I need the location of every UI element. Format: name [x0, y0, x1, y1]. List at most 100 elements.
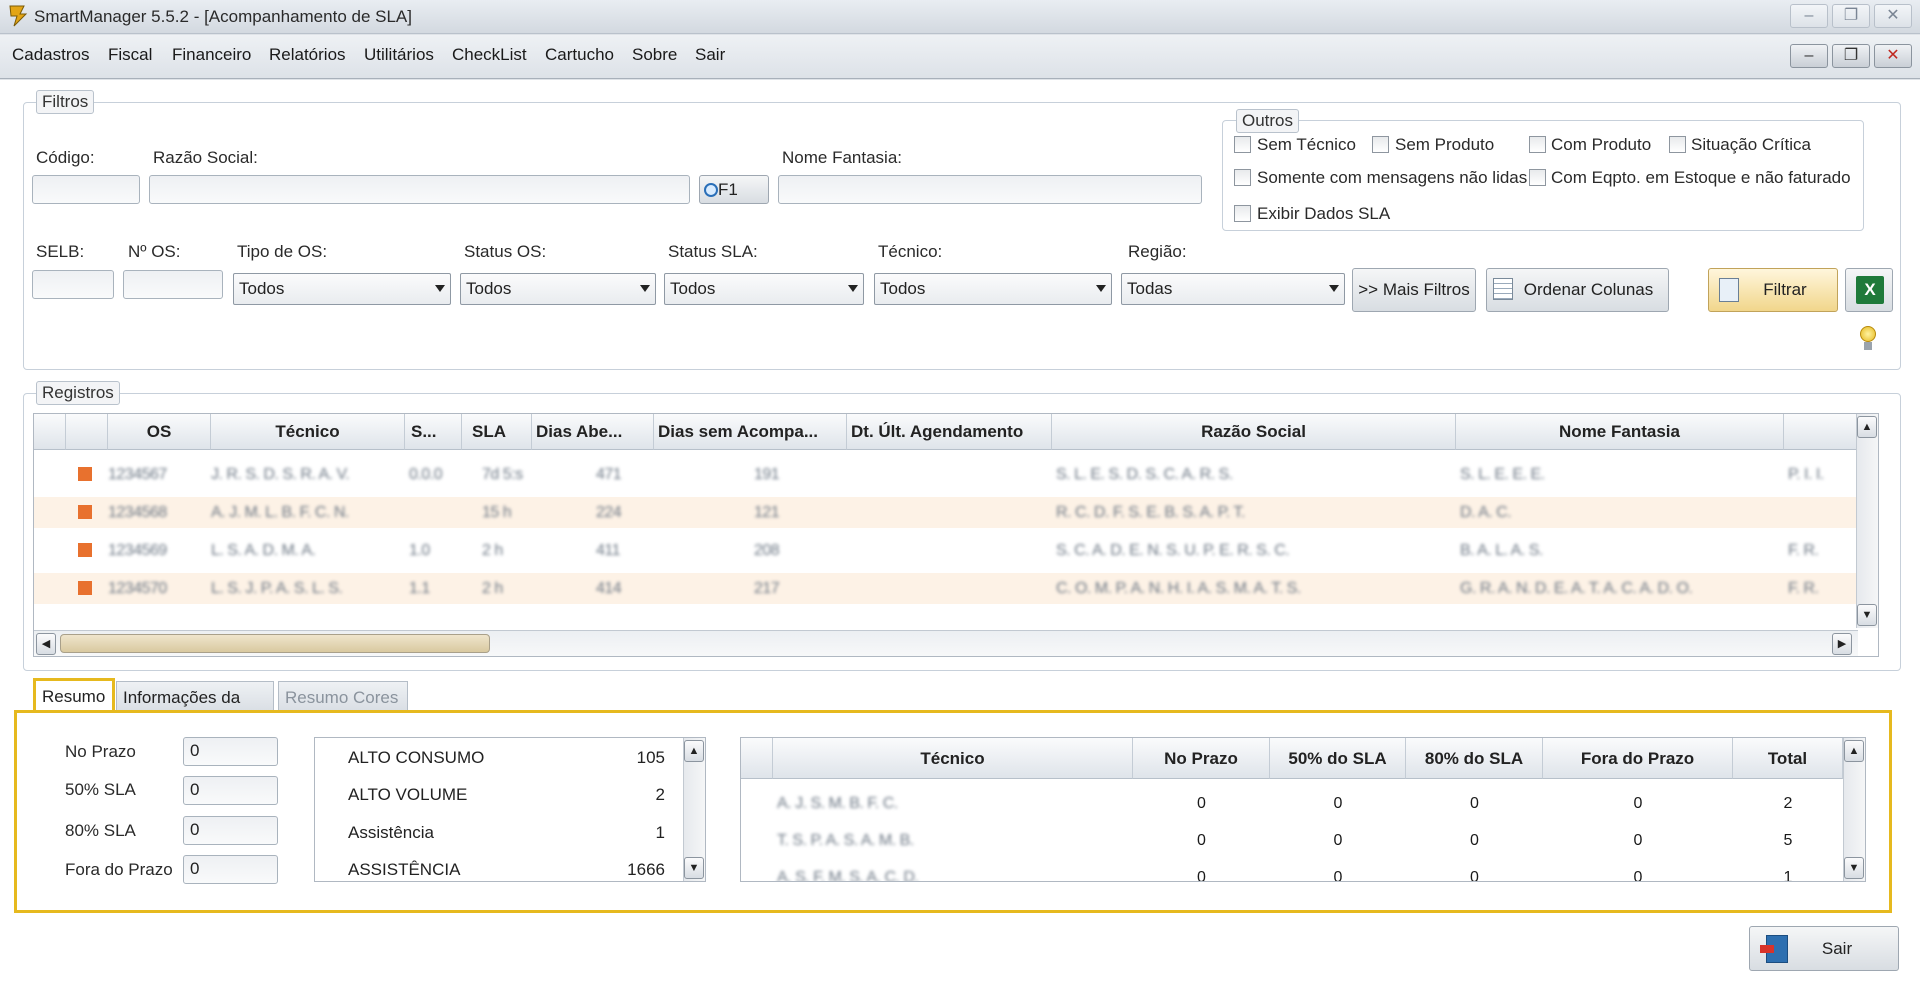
menu-sair[interactable]: Sair — [695, 45, 725, 65]
exibir-dados-sla-checkbox[interactable] — [1234, 205, 1251, 222]
filtrar-button[interactable]: Filtrar — [1708, 268, 1838, 312]
col-dias-sem-acompanhamento-header[interactable]: Dias sem Acompa... — [654, 414, 847, 450]
col-tecnico-header[interactable]: Técnico — [773, 738, 1133, 779]
tab-informacoes-os[interactable]: Informações da OS — [116, 681, 274, 727]
col-fora-prazo-header[interactable]: Fora do Prazo — [1543, 738, 1733, 779]
sem-produto-checkbox[interactable] — [1372, 136, 1389, 153]
col-extra-header[interactable] — [1784, 414, 1858, 450]
codigo-input[interactable] — [32, 175, 140, 204]
table-row[interactable]: 1234568 A. J. M. L. B. F. C. N. 15 h 224… — [34, 497, 1858, 528]
cell-nome-fantasia: S. L. E. E. E. — [1460, 466, 1545, 483]
table-row[interactable]: 1234567 J. R. S. D. S. R. A. V. 0.0.0 7d… — [34, 459, 1858, 490]
cell-80-sla: 0 — [1470, 832, 1479, 849]
col-os-header[interactable]: OS — [108, 414, 211, 450]
categorias-scrollbar[interactable]: ▲ ▼ — [683, 738, 705, 881]
com-eqpto-checkbox[interactable] — [1529, 169, 1546, 186]
menu-cartucho[interactable]: Cartucho — [545, 45, 614, 65]
sla50-value: 0 — [183, 776, 278, 805]
situacao-critica-checkbox[interactable] — [1669, 136, 1686, 153]
app-logo-icon — [6, 4, 30, 28]
grid-horizontal-scrollbar[interactable]: ◀ ▶ — [34, 630, 1858, 656]
col-tecnico-header[interactable]: Técnico — [211, 414, 405, 450]
col-nome-fantasia-header[interactable]: Nome Fantasia — [1456, 414, 1784, 450]
menu-sobre[interactable]: Sobre — [632, 45, 677, 65]
table-row[interactable]: 1234569 L. S. A. D. M. A. 1.0 2 h 411 20… — [34, 535, 1858, 566]
lightbulb-icon[interactable] — [1860, 326, 1878, 352]
cell-50-sla: 0 — [1333, 832, 1343, 849]
numero-os-input[interactable] — [123, 270, 223, 299]
nome-fantasia-input[interactable] — [778, 175, 1202, 204]
com-produto-checkbox[interactable] — [1529, 136, 1546, 153]
categorias-list[interactable]: ALTO CONSUMO 105 ALTO VOLUME 2 Assistênc… — [314, 737, 706, 882]
menu-cadastros[interactable]: Cadastros — [12, 45, 89, 65]
tab-resumo-cores[interactable]: Resumo Cores — [278, 681, 408, 712]
table-row[interactable]: A. S. F. M. S. A. C. D. 0 0 0 0 1 — [741, 862, 1843, 882]
scroll-up-icon[interactable]: ▲ — [1844, 740, 1864, 762]
filtros-legend: Filtros — [36, 90, 95, 114]
grid-vertical-scrollbar[interactable]: ▲ ▼ — [1856, 414, 1878, 628]
selb-input[interactable] — [32, 270, 114, 299]
razao-social-input[interactable] — [149, 175, 690, 204]
menu-financeiro[interactable]: Financeiro — [172, 45, 251, 65]
menu-relatorios[interactable]: Relatórios — [269, 45, 346, 65]
status-sla-select[interactable]: Todos — [664, 273, 864, 305]
sair-button[interactable]: Sair — [1749, 926, 1899, 971]
filtrar-label: Filtrar — [1763, 280, 1807, 299]
window-restore-button[interactable]: ❐ — [1832, 4, 1870, 28]
tipo-os-select[interactable]: Todos — [233, 273, 451, 305]
col-80-sla-header[interactable]: 80% do SLA — [1406, 738, 1543, 779]
sem-produto-label: Sem Produto — [1395, 135, 1495, 154]
horizontal-scroll-thumb[interactable] — [60, 634, 490, 653]
col-razao-social-header[interactable]: Razão Social — [1052, 414, 1456, 450]
tecnicos-resumo-grid[interactable]: Técnico No Prazo 50% do SLA 80% do SLA F… — [740, 737, 1866, 882]
cell-80-sla: 0 — [1470, 869, 1479, 882]
export-excel-button[interactable]: X — [1845, 268, 1893, 312]
col-total-header[interactable]: Total — [1733, 738, 1843, 779]
table-row[interactable]: A. J. S. M. B. F. C. 0 0 0 0 2 — [741, 788, 1843, 819]
menu-fiscal[interactable]: Fiscal — [108, 45, 152, 65]
col-s-header[interactable]: S... — [405, 414, 462, 450]
mdi-restore-button[interactable]: ❐ — [1832, 44, 1870, 68]
scroll-down-icon[interactable]: ▼ — [1857, 604, 1877, 626]
col-dt-ult-agendamento-header[interactable]: Dt. Últ. Agendamento — [847, 414, 1052, 450]
col-dias-aberto-header[interactable]: Dias Abe... — [532, 414, 654, 450]
window-close-button[interactable]: ✕ — [1874, 4, 1912, 28]
cell-total: 1 — [1783, 869, 1793, 882]
registros-grid[interactable]: OS Técnico S... SLA Dias Abe... Dias sem… — [33, 413, 1879, 657]
regiao-select[interactable]: Todas — [1121, 273, 1345, 305]
scroll-left-icon[interactable]: ◀ — [36, 633, 56, 655]
cell-tecnico: A. S. F. M. S. A. C. D. — [777, 869, 919, 882]
window-minimize-button[interactable]: – — [1790, 4, 1828, 28]
sem-tecnico-checkbox[interactable] — [1234, 136, 1251, 153]
somente-mensagens-checkbox[interactable] — [1234, 169, 1251, 186]
filter-document-icon — [1719, 278, 1739, 302]
col-no-prazo-header[interactable]: No Prazo — [1133, 738, 1270, 779]
menu-checklist[interactable]: CheckList — [452, 45, 527, 65]
tab-resumo[interactable]: Resumo — [33, 678, 115, 712]
scroll-right-icon[interactable]: ▶ — [1832, 633, 1852, 655]
ordenar-colunas-label: Ordenar Colunas — [1523, 280, 1654, 299]
status-os-select[interactable]: Todos — [460, 273, 656, 305]
menu-utilitarios[interactable]: Utilitários — [364, 45, 434, 65]
mais-filtros-button[interactable]: >> Mais Filtros — [1352, 268, 1476, 312]
scroll-down-icon[interactable]: ▼ — [684, 857, 704, 879]
categoria-qtd: 1666 — [627, 860, 665, 879]
mdi-minimize-button[interactable]: – — [1790, 44, 1828, 68]
col-50-sla-header[interactable]: 50% do SLA — [1270, 738, 1406, 779]
scroll-up-icon[interactable]: ▲ — [684, 740, 704, 762]
f1-search-button[interactable]: F1 — [699, 175, 769, 204]
tecnico-select[interactable]: Todos — [874, 273, 1112, 305]
categoria-nome: ALTO VOLUME — [348, 785, 468, 804]
ordenar-colunas-button[interactable]: Ordenar Colunas — [1486, 268, 1669, 312]
table-row[interactable]: T. S. P. A. S. A. M. B. 0 0 0 0 5 — [741, 825, 1843, 856]
scroll-down-icon[interactable]: ▼ — [1844, 857, 1864, 879]
menu-bar: Cadastros Fiscal Financeiro Relatórios U… — [0, 35, 1920, 79]
tipo-os-label: Tipo de OS: — [237, 242, 328, 261]
col-sla-header[interactable]: SLA — [462, 414, 532, 450]
tecnicos-scrollbar[interactable]: ▲ ▼ — [1843, 738, 1865, 881]
mdi-close-button[interactable]: ✕ — [1874, 44, 1912, 68]
scroll-up-icon[interactable]: ▲ — [1857, 416, 1877, 438]
table-row[interactable]: 1234570 L. S. J. P. A. S. L. S. 1.1 2 h … — [34, 573, 1858, 604]
table-row-partial — [34, 611, 1858, 621]
cell-no-prazo: 0 — [1197, 832, 1206, 849]
